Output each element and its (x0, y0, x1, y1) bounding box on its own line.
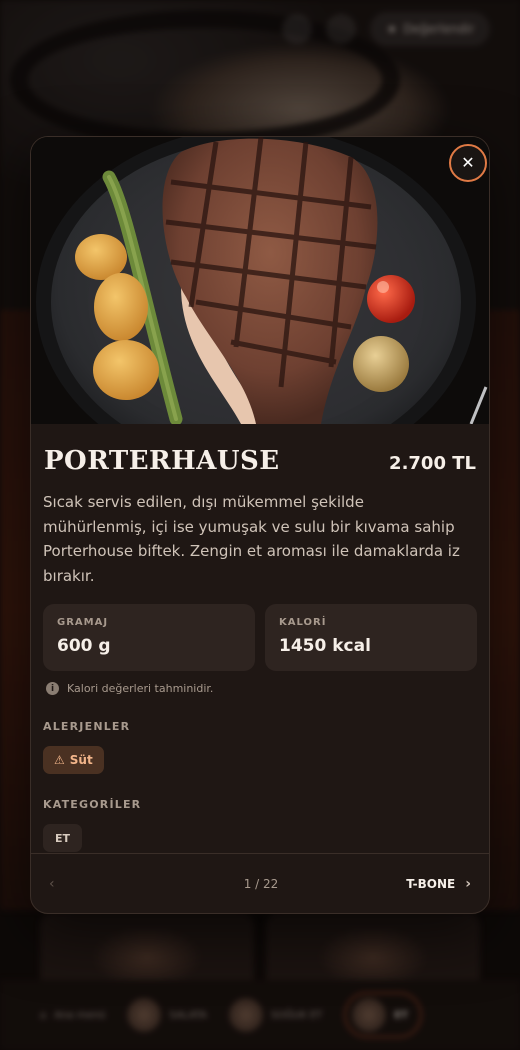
stat-weight: GRAMAJ 600 g (43, 604, 255, 671)
close-icon: ✕ (461, 153, 475, 172)
page-counter: 1 / 22 (243, 876, 279, 891)
nutrition-stats: GRAMAJ 600 g KALORİ 1450 kcal (43, 604, 477, 671)
calorie-note: i Kalori değerleri tahminidir. (43, 682, 477, 695)
chevron-left-icon: ‹ (49, 875, 55, 892)
title-row: PORTERHAUSE 2.700 TL (43, 446, 477, 476)
warning-icon: ⚠ (54, 753, 65, 767)
category-chip[interactable]: ET (43, 824, 83, 852)
product-description: Sıcak servis edilen, dışı mükemmel şekil… (43, 493, 460, 585)
steak-plate-illustration (31, 137, 489, 424)
product-price: 2.700 TL (389, 453, 476, 474)
allergens-heading: ALERJENLER (43, 720, 131, 733)
product-detail-modal: ✕ PORTERHAUSE 2.700 TL Sıcak servis edil… (30, 136, 490, 914)
product-image: ✕ (31, 137, 489, 424)
next-item-label: T-BONE (406, 876, 456, 891)
product-details: PORTERHAUSE 2.700 TL Sıcak servis edilen… (31, 446, 489, 852)
category-list: ET (43, 824, 477, 852)
product-title: PORTERHAUSE (44, 446, 280, 476)
stat-calories: KALORİ 1450 kcal (265, 604, 477, 671)
close-button[interactable]: ✕ (449, 144, 487, 182)
allergen-list: ⚠ Süt (43, 746, 477, 774)
next-button[interactable]: T-BONE › (406, 876, 471, 892)
pagination-footer: ‹ 1 / 22 T-BONE › (31, 853, 489, 913)
info-icon: i (46, 682, 59, 695)
previous-button[interactable]: ‹ (49, 876, 55, 892)
chevron-right-icon: › (465, 875, 471, 892)
categories-heading: KATEGORİLER (43, 798, 142, 811)
allergen-chip: ⚠ Süt (43, 746, 104, 774)
